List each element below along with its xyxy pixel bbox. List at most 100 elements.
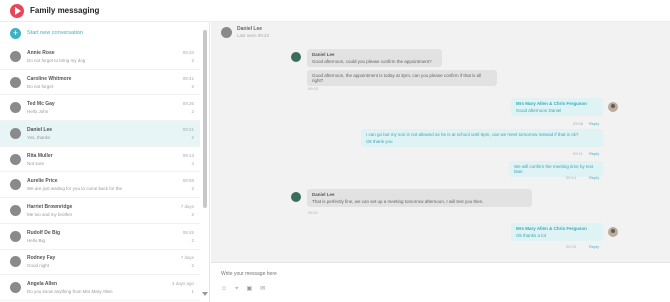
message-text: Ok thank you	[366, 139, 393, 144]
message-time: 09:11	[573, 151, 583, 156]
new-conversation-button[interactable]: + Start new conversation	[0, 22, 209, 44]
conversation-time: 4 days ago	[171, 281, 194, 287]
sender-avatar	[291, 192, 301, 202]
avatar	[10, 230, 21, 242]
conversation-name: Rudolf De Big	[27, 229, 61, 236]
conversation-preview: Do not forget to bring my dog	[27, 57, 86, 63]
conversation-time: 08:58	[182, 178, 194, 184]
user-avatar	[608, 227, 618, 237]
scroll-down-arrow-icon[interactable]	[202, 292, 208, 296]
image-icon[interactable]: ▣	[247, 285, 253, 293]
conversation-item[interactable]: Rudolf De Big Hello Big 08:45 2	[0, 224, 200, 250]
message-time: 09:03	[308, 86, 319, 91]
conversation-preview: We are just waiting for you to come back…	[27, 186, 122, 192]
unread-count: 1	[191, 289, 194, 295]
chat-header: Daniel Lee Last seen 09:23	[221, 26, 269, 38]
message-time: 09:08	[573, 121, 584, 126]
sender-avatar	[291, 52, 301, 62]
conversation-item[interactable]: Aurelie Price We are just waiting for you…	[0, 172, 200, 199]
unread-count: 2	[191, 186, 194, 192]
conversation-item[interactable]: Caroline Whitmore Do not forget 08:41 2	[0, 70, 200, 96]
user-avatar	[608, 102, 618, 112]
unread-count: 2	[191, 109, 194, 115]
conversation-preview: Hello John	[27, 109, 49, 115]
conversation-preview: Yes, thanks	[27, 134, 51, 140]
avatar	[10, 179, 21, 191]
conversation-item[interactable]: Angela Allen Do you know anything from Mr…	[0, 275, 200, 301]
conversation-name: Daniel Lee	[27, 126, 53, 133]
avatar	[10, 153, 21, 165]
new-conversation-label: Start new conversation	[27, 30, 83, 36]
conversation-item[interactable]: Rodney Fay Good night 7 days 2	[0, 250, 200, 276]
unread-count: 2	[191, 57, 194, 63]
reply-link[interactable]: Reply	[589, 121, 599, 126]
unread-count: 2	[191, 263, 194, 269]
unread-count: 4	[191, 160, 194, 166]
avatar	[10, 50, 21, 62]
avatar	[10, 127, 21, 139]
avatar	[10, 256, 21, 268]
incoming-message: Daniel Lee Good afternoon, could you ple…	[307, 49, 442, 67]
conversation-preview: Do not forget	[27, 83, 54, 89]
message-input[interactable]	[221, 269, 661, 279]
message-text: That is perfectly fine, we can set up a …	[312, 199, 484, 204]
avatar	[10, 204, 21, 216]
conversation-preview: Good night	[27, 263, 50, 269]
message-time: 09:23	[566, 244, 577, 249]
conversation-time: 08:45	[182, 229, 194, 235]
incoming-message: Daniel Lee That is perfectly fine, we ca…	[307, 189, 532, 207]
reply-link[interactable]: Reply	[589, 151, 599, 156]
message-sender: Daniel Lee	[312, 52, 335, 57]
emoji-icon[interactable]: ☺	[221, 285, 227, 293]
conversation-name: Angela Allen	[27, 281, 58, 288]
sidebar-scrollbar[interactable]	[203, 30, 207, 208]
unread-count: 2	[191, 211, 194, 217]
location-icon[interactable]: ⌖	[235, 285, 238, 293]
reply-link[interactable]: Reply	[589, 175, 599, 180]
message-time: 09:21	[308, 210, 319, 215]
reply-link[interactable]: Reply	[589, 244, 599, 249]
conversation-time: 09:26	[182, 101, 194, 107]
conversation-sidebar: + Start new conversation Annie Rose Do no…	[0, 22, 210, 302]
conversation-item[interactable]: Rita Muller Not sure 09:13 4	[0, 147, 200, 173]
unread-count: 2	[191, 237, 194, 243]
conversation-name: Rita Muller	[27, 152, 53, 159]
unread-count: 2	[191, 83, 194, 89]
conversation-preview: Me too and my brother	[27, 211, 73, 217]
conversation-list: Annie Rose Do not forget to bring my dog …	[0, 44, 200, 301]
message-sender: Daniel Lee	[312, 192, 335, 197]
conversation-item-active[interactable]: Daniel Lee Yes, thanks 09:21 2	[0, 121, 200, 147]
conversation-name: Ted Mc Gay	[27, 101, 55, 108]
avatar	[10, 102, 21, 114]
conversation-preview: Hello Big	[27, 237, 46, 243]
outgoing-message: Mrs Mary Allen & Chris Ferguson Ok thank…	[511, 223, 603, 241]
conversation-time: 09:33	[182, 49, 194, 55]
conversation-time: 09:13	[182, 152, 194, 158]
conversation-name: Aurelie Price	[27, 178, 58, 185]
conversation-name: Caroline Whitmore	[27, 75, 72, 82]
conversation-name: Annie Rose	[27, 49, 55, 56]
chat-pane: Daniel Lee Last seen 09:23 Daniel Lee Go…	[211, 22, 670, 302]
conversation-time: 08:41	[182, 75, 194, 81]
message-text: Good afternoon Daniel	[516, 108, 562, 113]
message-sender: Mrs Mary Allen & Chris Ferguson	[516, 101, 587, 106]
avatar	[10, 282, 21, 294]
conversation-preview: Not sure	[27, 160, 45, 166]
conversation-name: Harriet Brownridge	[27, 203, 73, 210]
composer-toolbar: ☺ ⌖ ▣ ✉	[221, 285, 265, 293]
message-text: Good afternoon, the appointment is today…	[312, 73, 482, 83]
conversation-time: 09:21	[182, 126, 194, 132]
incoming-message: Good afternoon, the appointment is today…	[307, 70, 497, 86]
message-text: I can go but my son is not allowed as he…	[366, 132, 579, 137]
conversation-item[interactable]: Ted Mc Gay Hello John 09:26 2	[0, 95, 200, 122]
conversation-name: Rodney Fay	[27, 255, 56, 262]
chat-contact-name: Daniel Lee	[237, 26, 263, 32]
plus-icon: +	[10, 27, 21, 39]
conversation-item[interactable]: Harriet Brownridge Me too and my brother …	[0, 198, 200, 224]
app-window: Family messaging + Start new conversatio…	[0, 0, 670, 302]
mail-icon[interactable]: ✉	[260, 285, 265, 293]
conversation-item[interactable]: Annie Rose Do not forget to bring my dog …	[0, 44, 200, 70]
conversation-time: 7 days	[180, 203, 194, 209]
avatar	[10, 76, 21, 88]
app-header: Family messaging	[0, 0, 670, 22]
